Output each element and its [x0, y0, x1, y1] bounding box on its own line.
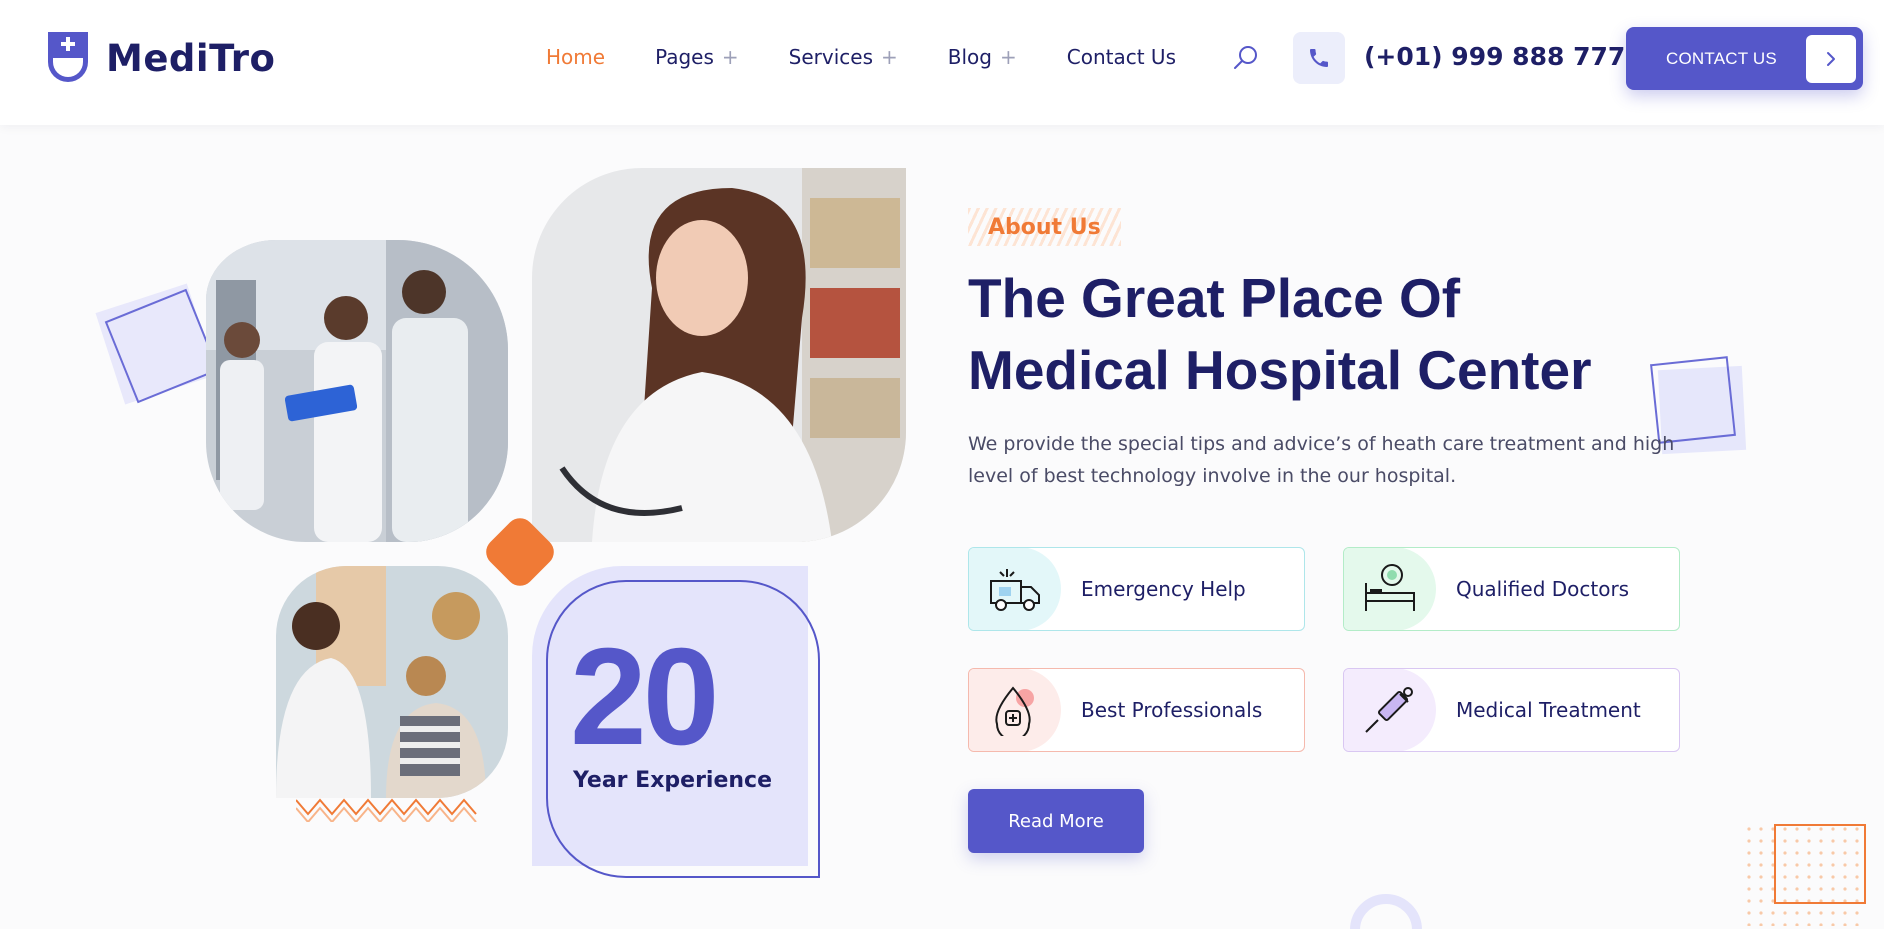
feature-card-qualified-doctors[interactable]: Qualified Doctors — [1343, 547, 1680, 631]
feature-card-best-professionals[interactable]: Best Professionals — [968, 668, 1305, 752]
chevron-right-icon — [1806, 35, 1856, 83]
read-more-button[interactable]: Read More — [968, 789, 1144, 853]
decorative-zigzag — [296, 798, 477, 822]
plus-icon: + — [721, 45, 739, 69]
main-nav: Home Pages + Services + Blog + Contact U… — [546, 45, 1220, 69]
feature-label: Best Professionals — [1081, 698, 1263, 722]
about-headline: The Great Place Of Medical Hospital Cent… — [968, 262, 1728, 406]
logo-shield-icon — [48, 32, 88, 82]
plus-icon: + — [881, 45, 898, 69]
experience-years-number: 20 — [570, 620, 719, 774]
doctor-child-highfive-photo — [276, 566, 508, 798]
feature-label: Emergency Help — [1081, 577, 1246, 601]
headline-line-2: Medical Hospital Center — [968, 339, 1592, 401]
syringe-icon — [1365, 687, 1413, 733]
nav-item-contact-us[interactable]: Contact Us — [1067, 45, 1176, 69]
nav-item-label: Services — [788, 45, 874, 69]
phone-number[interactable]: (+01) 999 888 777 — [1364, 42, 1625, 71]
headline-line-1: The Great Place Of — [968, 267, 1461, 329]
nav-item-pages[interactable]: Pages + — [655, 45, 739, 69]
search-icon[interactable] — [1232, 44, 1260, 72]
nav-item-label: Contact Us — [1066, 45, 1176, 69]
ambulance-icon — [990, 569, 1040, 611]
nav-item-label: Home — [546, 45, 606, 69]
feature-card-medical-treatment[interactable]: Medical Treatment — [1343, 668, 1680, 752]
decorative-ring — [1350, 894, 1422, 929]
blood-drop-icon — [995, 686, 1034, 736]
feature-label: Medical Treatment — [1456, 698, 1641, 722]
experience-label: Year Experience — [573, 768, 773, 793]
phone-icon-box[interactable] — [1293, 32, 1345, 84]
brand-logo[interactable]: MediTro — [44, 28, 275, 88]
nav-item-home[interactable]: Home — [546, 45, 605, 69]
about-description: We provide the special tips and advice’s… — [968, 433, 1675, 487]
nav-item-label: Pages — [655, 45, 714, 69]
feature-label: Qualified Doctors — [1456, 577, 1630, 601]
doctor-portrait-photo — [532, 168, 906, 542]
feature-card-emergency-help[interactable]: Emergency Help — [968, 547, 1305, 631]
phone-icon — [1310, 49, 1328, 67]
hospital-bed-icon — [1365, 564, 1415, 611]
site-header: MediTro Home Pages + Services + Blog + C… — [0, 0, 1884, 125]
plus-icon: + — [1000, 45, 1017, 69]
nav-item-services[interactable]: Services + — [789, 45, 898, 69]
medical-team-photo — [206, 240, 508, 542]
contact-us-button[interactable]: CONTACT US — [1626, 27, 1863, 90]
section-tag: About Us — [968, 208, 1121, 246]
contact-us-label: CONTACT US — [1666, 48, 1777, 68]
nav-item-blog[interactable]: Blog + — [948, 45, 1017, 69]
nav-item-label: Blog — [947, 45, 992, 69]
section-tag-label: About Us — [988, 214, 1101, 240]
brand-name: MediTro — [106, 36, 276, 80]
decorative-square-outline — [1774, 824, 1866, 904]
